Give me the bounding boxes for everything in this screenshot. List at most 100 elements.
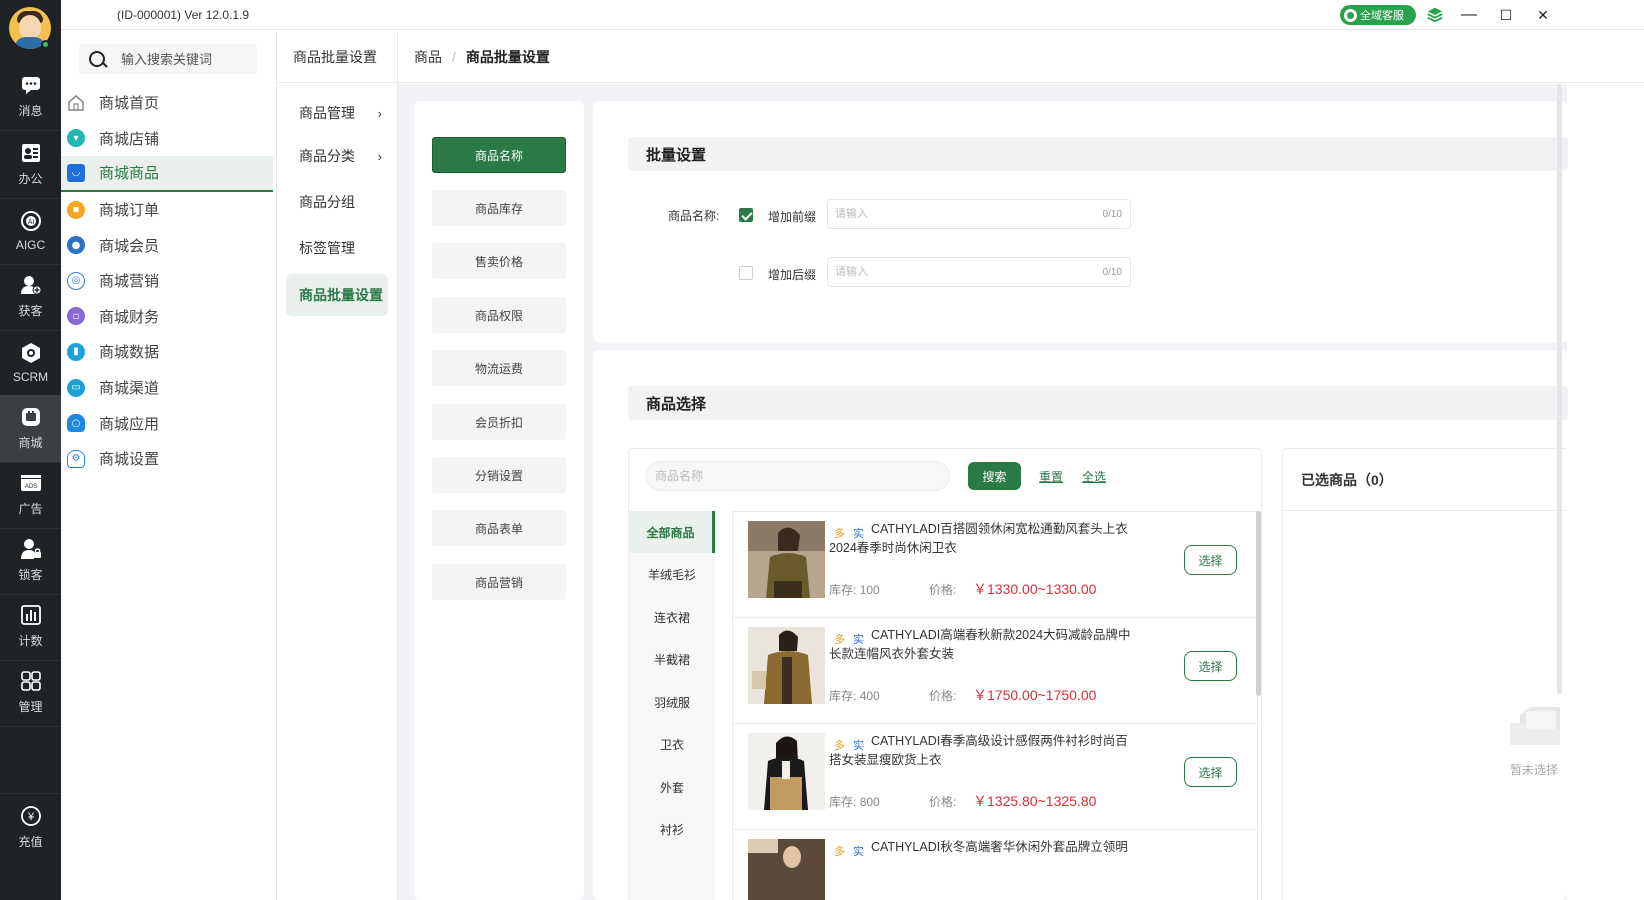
product-stock: 库存: 100 xyxy=(829,583,880,597)
rail-item-ads[interactable]: ADS 广告 xyxy=(0,461,61,529)
prefix-input[interactable] xyxy=(835,208,1085,220)
rail-label: 计数 xyxy=(18,634,43,648)
subnav-item-label: 商品分类 xyxy=(299,148,355,164)
customer-service-icon xyxy=(1344,8,1357,22)
suffix-input[interactable] xyxy=(835,266,1085,278)
rail-item-mall[interactable]: 商城 xyxy=(0,395,61,463)
product-picker: 搜索 重置 全选 全部商品 羊绒毛衫 连衣裙 半截裙 羽绒服 卫衣 外套 衬衫 … xyxy=(628,448,1262,900)
sidebar-item-channel[interactable]: ▭ 商城渠道 xyxy=(61,370,273,406)
rail-label: 管理 xyxy=(18,700,43,714)
tab-product-permission[interactable]: 商品权限 xyxy=(432,297,566,333)
tab-product-marketing[interactable]: 商品营销 xyxy=(432,564,566,600)
sidebar-item-products[interactable]: ◡ 商城商品 xyxy=(61,156,273,192)
category-item[interactable]: 衬衫 xyxy=(629,809,715,851)
sidebar-item-data[interactable]: ▮ 商城数据 xyxy=(61,334,273,370)
tab-logistics-fee[interactable]: 物流运费 xyxy=(432,350,566,386)
sidebar-item-members[interactable]: ● 商城会员 xyxy=(61,227,273,263)
tab-product-stock[interactable]: 商品库存 xyxy=(432,190,566,226)
product-item: 多 实 CATHYLADI百搭圆领休闲宽松通勤风套头上衣2024春季时尚休闲卫衣… xyxy=(733,512,1257,618)
sidebar-search xyxy=(79,44,257,74)
selected-products-box: 已选商品（0） 暂未选择 xyxy=(1282,448,1567,900)
sidebar-item-home[interactable]: 商城首页 xyxy=(61,85,273,121)
layers-icon[interactable] xyxy=(1424,5,1446,25)
maximize-button[interactable]: ☐ xyxy=(1495,5,1517,25)
office-icon xyxy=(20,142,42,164)
sidebar-item-shop[interactable]: ▾ 商城店铺 xyxy=(61,121,273,157)
product-price: ￥1750.00~1750.00 xyxy=(973,687,1097,703)
rail-label: 充值 xyxy=(18,835,43,849)
category-item[interactable]: 羽绒服 xyxy=(629,681,715,723)
finance-icon: ▫ xyxy=(67,307,85,326)
empty-box-icon xyxy=(1510,705,1560,745)
rail-item-recharge[interactable]: ¥ 充值 xyxy=(0,793,61,861)
product-list-scrollbar[interactable] xyxy=(1256,511,1261,696)
sidebar-item-marketing[interactable]: ◎ 商城营销 xyxy=(61,263,273,299)
select-product-button[interactable]: 选择 xyxy=(1184,757,1237,787)
rail-item-manage[interactable]: 管理 xyxy=(0,659,61,727)
product-list: 多 实 CATHYLADI百搭圆领休闲宽松通勤风套头上衣2024春季时尚休闲卫衣… xyxy=(732,511,1258,900)
select-product-button[interactable]: 选择 xyxy=(1184,651,1237,681)
scrm-icon xyxy=(20,342,42,364)
mall-icon xyxy=(20,406,42,428)
home-icon xyxy=(67,94,85,112)
tab-distribution[interactable]: 分销设置 xyxy=(432,457,566,493)
rail-item-aigc[interactable]: AI AIGC xyxy=(0,197,61,265)
bag-icon: ◡ xyxy=(67,163,85,182)
close-button[interactable]: ✕ xyxy=(1532,5,1554,25)
rail-item-lock-customer[interactable]: 锁客 xyxy=(0,527,61,595)
search-button[interactable]: 搜索 xyxy=(968,462,1021,490)
category-item[interactable]: 全部商品 xyxy=(629,511,715,553)
subnav-item-category[interactable]: 商品分类 › xyxy=(286,135,388,177)
subnav-item-batch-settings[interactable]: 商品批量设置 xyxy=(286,274,388,316)
rail-item-office[interactable]: 办公 xyxy=(0,131,61,199)
subnav-item-product-manage[interactable]: 商品管理 › xyxy=(286,92,388,134)
sidebar-search-input[interactable] xyxy=(121,51,251,67)
rail-item-acquire[interactable]: 获客 xyxy=(0,263,61,331)
grid-icon xyxy=(20,670,42,692)
section-title: 批量设置 xyxy=(628,137,1568,171)
minimize-button[interactable]: — xyxy=(1458,5,1480,25)
batch-settings-panel: 批量设置 商品名称: 增加前缀 0/10 增加后缀 0/10 xyxy=(593,101,1568,343)
rail-item-counter[interactable]: 计数 xyxy=(0,593,61,661)
category-item[interactable]: 半截裙 xyxy=(629,639,715,681)
page-scrollbar[interactable] xyxy=(1557,84,1562,694)
category-item[interactable]: 连衣裙 xyxy=(629,596,715,638)
ads-icon: ADS xyxy=(20,472,42,494)
sidebar-item-finance[interactable]: ▫ 商城财务 xyxy=(61,299,273,335)
sidebar-item-apps[interactable]: ○ 商城应用 xyxy=(61,405,273,441)
tab-product-form[interactable]: 商品表单 xyxy=(432,510,566,546)
settings-tab-panel: 商品名称 商品库存 售卖价格 商品权限 物流运费 会员折扣 分销设置 商品表单 … xyxy=(414,101,584,900)
tab-product-name[interactable]: 商品名称 xyxy=(432,137,566,173)
breadcrumb: 商品 / 商品批量设置 xyxy=(398,31,1644,83)
subnav-item-group[interactable]: 商品分组 xyxy=(286,181,388,223)
rail-item-message[interactable]: 消息 xyxy=(0,63,61,131)
avatar-face xyxy=(19,15,41,39)
reset-link[interactable]: 重置 xyxy=(1039,468,1063,485)
category-item[interactable]: 羊绒毛衫 xyxy=(629,554,715,596)
sidebar-item-settings[interactable]: ⚙ 商城设置 xyxy=(61,441,273,477)
sidebar-item-orders[interactable]: ▪ 商城订单 xyxy=(61,192,273,228)
customer-service-button[interactable]: 全域客服 xyxy=(1340,5,1416,25)
select-all-link[interactable]: 全选 xyxy=(1082,468,1106,485)
category-item[interactable]: 外套 xyxy=(629,766,715,808)
product-price: ￥1325.80~1325.80 xyxy=(973,793,1097,809)
sidebar-item-label: 商城会员 xyxy=(99,236,160,255)
suffix-input-box: 0/10 xyxy=(827,257,1131,287)
tab-sale-price[interactable]: 售卖价格 xyxy=(432,243,566,279)
members-icon: ● xyxy=(67,236,85,255)
select-product-button[interactable]: 选择 xyxy=(1184,545,1237,575)
breadcrumb-parent[interactable]: 商品 xyxy=(414,47,442,67)
tab-member-discount[interactable]: 会员折扣 xyxy=(432,404,566,440)
rail-label: 获客 xyxy=(18,304,43,318)
prefix-checkbox[interactable] xyxy=(739,208,753,222)
product-search-input[interactable] xyxy=(655,469,935,483)
subnav-item-label: 商品批量设置 xyxy=(299,287,383,303)
empty-state-text: 暂未选择 xyxy=(1510,763,1559,777)
suffix-checkbox[interactable] xyxy=(739,266,753,280)
product-title: CATHYLADI百搭圆领休闲宽松通勤风套头上衣2024春季时尚休闲卫衣 xyxy=(829,522,1128,555)
subnav-item-tags[interactable]: 标签管理 xyxy=(286,227,388,269)
breadcrumb-current: 商品批量设置 xyxy=(465,48,550,65)
category-item[interactable]: 卫衣 xyxy=(629,724,715,766)
rail-item-scrm[interactable]: SCRM xyxy=(0,329,61,397)
suffix-label: 增加后缀 xyxy=(768,268,817,282)
